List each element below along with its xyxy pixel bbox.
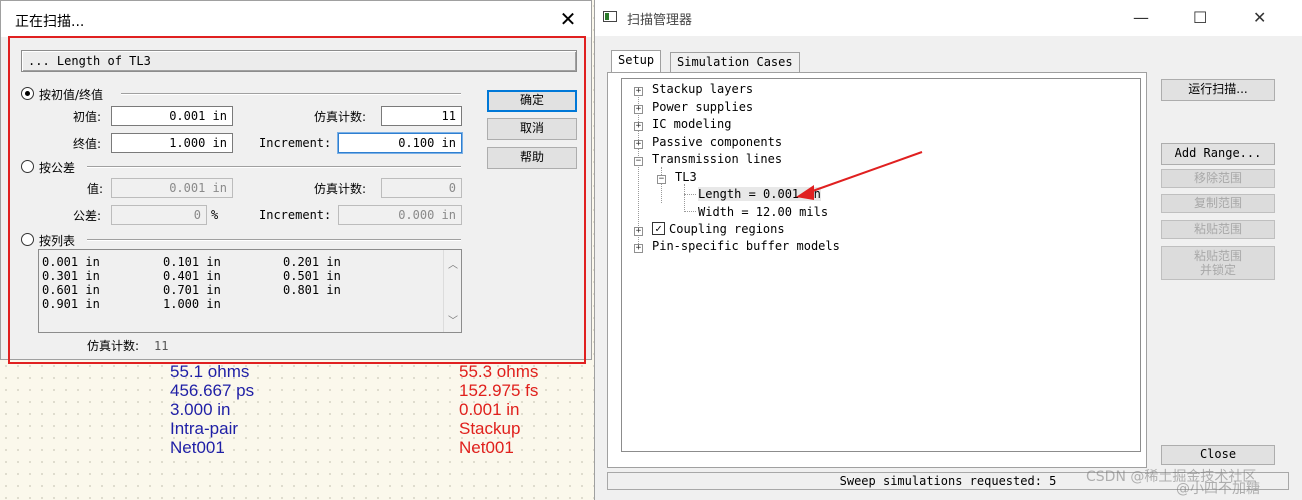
help-button[interactable]: 帮助 — [487, 147, 577, 169]
canvas-value: Stackup — [459, 419, 521, 438]
list-column: 0.201 in 0.501 in 0.801 in — [283, 255, 341, 297]
group-divider — [87, 239, 461, 241]
tab-setup[interactable]: Setup — [611, 50, 662, 74]
list-item: 0.901 in — [42, 297, 100, 311]
canvas-values-right: 55.3 ohms 152.975 fs 0.001 in Stackup Ne… — [459, 362, 538, 457]
list-column: 0.101 in 0.401 in 0.701 in 1.000 in — [163, 255, 221, 311]
scroll-up-icon[interactable]: ︿ — [448, 256, 458, 271]
window-title: 扫描管理器 — [627, 13, 693, 28]
list-item: 0.501 in — [283, 269, 341, 283]
sim-count-label: 仿真计数: — [314, 110, 367, 124]
list-group-label: 按列表 — [39, 234, 76, 248]
list-item: 0.801 in — [283, 283, 341, 297]
value-list[interactable]: 0.001 in 0.301 in 0.601 in 0.901 in 0.10… — [38, 249, 462, 333]
canvas-value: 55.1 ohms — [170, 362, 250, 381]
list-column: 0.001 in 0.301 in 0.601 in 0.901 in — [42, 255, 100, 311]
ok-button[interactable]: 确定 — [487, 90, 577, 112]
end-value-input[interactable]: 1.000 in — [111, 133, 233, 153]
window-title-bar: 扫描管理器 — ☐ ✕ — [595, 0, 1302, 36]
list-item: 0.701 in — [163, 283, 221, 297]
close-icon[interactable]: ✕ — [1253, 8, 1266, 27]
expand-icon[interactable]: + — [634, 244, 643, 253]
tree-item-coupling[interactable]: Coupling regions — [669, 222, 785, 236]
remove-range-button[interactable]: 移除范围 — [1161, 169, 1275, 188]
canvas-value: 55.3 ohms — [459, 362, 539, 381]
sim-count-input[interactable]: 11 — [381, 106, 462, 126]
list-item: 0.401 in — [163, 269, 221, 283]
start-value-input[interactable]: 0.001 in — [111, 106, 233, 126]
tolerance-value-input[interactable]: 0.001 in — [111, 178, 233, 198]
add-range-button[interactable]: Add Range... — [1161, 143, 1275, 165]
increment-label: Increment: — [259, 136, 332, 150]
paste-range-button[interactable]: 粘贴范围 — [1161, 220, 1275, 239]
dialog-title: 正在扫描... — [15, 14, 85, 30]
tol-sim-count-input[interactable]: 0 — [381, 178, 462, 198]
canvas-value: Net001 — [170, 438, 225, 457]
cancel-button[interactable]: 取消 — [487, 118, 577, 140]
tol-sim-count-label: 仿真计数: — [314, 182, 367, 196]
annotation-arrow — [796, 151, 923, 200]
footer-sim-count-value: 11 — [154, 339, 169, 353]
list-item: 0.601 in — [42, 283, 100, 297]
list-item: 0.001 in — [42, 255, 100, 269]
app-icon — [603, 11, 617, 22]
list-item: 0.201 in — [283, 255, 341, 269]
tree-item-pin[interactable]: Pin-specific buffer models — [652, 239, 840, 253]
canvas-value: 456.667 ps — [170, 381, 255, 400]
list-item: 0.301 in — [42, 269, 100, 283]
footer-sim-count-label: 仿真计数: — [87, 339, 140, 353]
list-radio[interactable] — [21, 233, 34, 246]
dialog-title-bar: 正在扫描... ✕ — [1, 1, 591, 37]
close-icon[interactable]: ✕ — [555, 7, 581, 31]
list-scrollbar[interactable]: ︿ ﹀ — [443, 250, 461, 332]
list-item: 1.000 in — [163, 297, 221, 311]
minimize-icon[interactable]: — — [1133, 8, 1149, 27]
canvas-value: Net001 — [459, 438, 514, 457]
start-label: 初值: — [73, 110, 102, 124]
canvas-value: 0.001 in — [459, 400, 520, 419]
group-divider — [87, 166, 461, 168]
canvas-value: 152.975 fs — [459, 381, 539, 400]
watermark: @小四不加糖 — [1176, 481, 1260, 497]
percent-unit: % — [211, 208, 219, 222]
scan-dialog: 正在扫描... ✕ ... Length of TL3 按初值/终值 初值: 0… — [0, 0, 592, 360]
paste-lock-range-button[interactable]: 粘贴范围 并锁定 — [1161, 246, 1275, 280]
sweep-manager-window: 扫描管理器 — ☐ ✕ Setup Simulation Cases + Sta… — [594, 0, 1302, 500]
group-divider — [121, 93, 461, 95]
increment-input[interactable]: 0.100 in — [338, 133, 462, 153]
tolerance-percent-input[interactable]: 0 — [111, 205, 207, 225]
paste-lock-line-1: 粘贴范围 — [1193, 249, 1242, 263]
tolerance-group-label: 按公差 — [39, 161, 76, 175]
value-label: 值: — [87, 182, 104, 196]
tolerance-label: 公差: — [73, 209, 102, 223]
expand-icon[interactable]: + — [634, 227, 643, 236]
run-sweep-button[interactable]: 运行扫描... — [1161, 79, 1275, 101]
end-label: 终值: — [73, 137, 102, 151]
canvas-value: Intra-pair — [170, 419, 239, 438]
scroll-down-icon[interactable]: ﹀ — [448, 312, 458, 327]
range-radio[interactable] — [21, 87, 34, 100]
copy-range-button[interactable]: 复制范围 — [1161, 194, 1275, 213]
tol-increment-label: Increment: — [259, 208, 332, 222]
canvas-value: 3.000 in — [170, 400, 231, 419]
tab-simulation-cases[interactable]: Simulation Cases — [670, 52, 800, 72]
tolerance-radio[interactable] — [21, 160, 34, 173]
tol-increment-input[interactable]: 0.000 in — [338, 205, 462, 225]
range-group-label: 按初值/终值 — [39, 88, 104, 102]
sweep-path-field: ... Length of TL3 — [21, 50, 577, 72]
sweep-tree[interactable]: + Stackup layers + Power supplies + IC m… — [621, 78, 1141, 452]
paste-lock-line-2: 并锁定 — [1199, 263, 1236, 277]
canvas-values-left: 55.1 ohms 456.667 ps 3.000 in Intra-pair… — [170, 362, 254, 457]
close-button[interactable]: Close — [1161, 445, 1275, 465]
list-item: 0.101 in — [163, 255, 221, 269]
coupling-checkbox[interactable]: ✓ — [652, 222, 665, 235]
maximize-icon[interactable]: ☐ — [1193, 8, 1207, 27]
